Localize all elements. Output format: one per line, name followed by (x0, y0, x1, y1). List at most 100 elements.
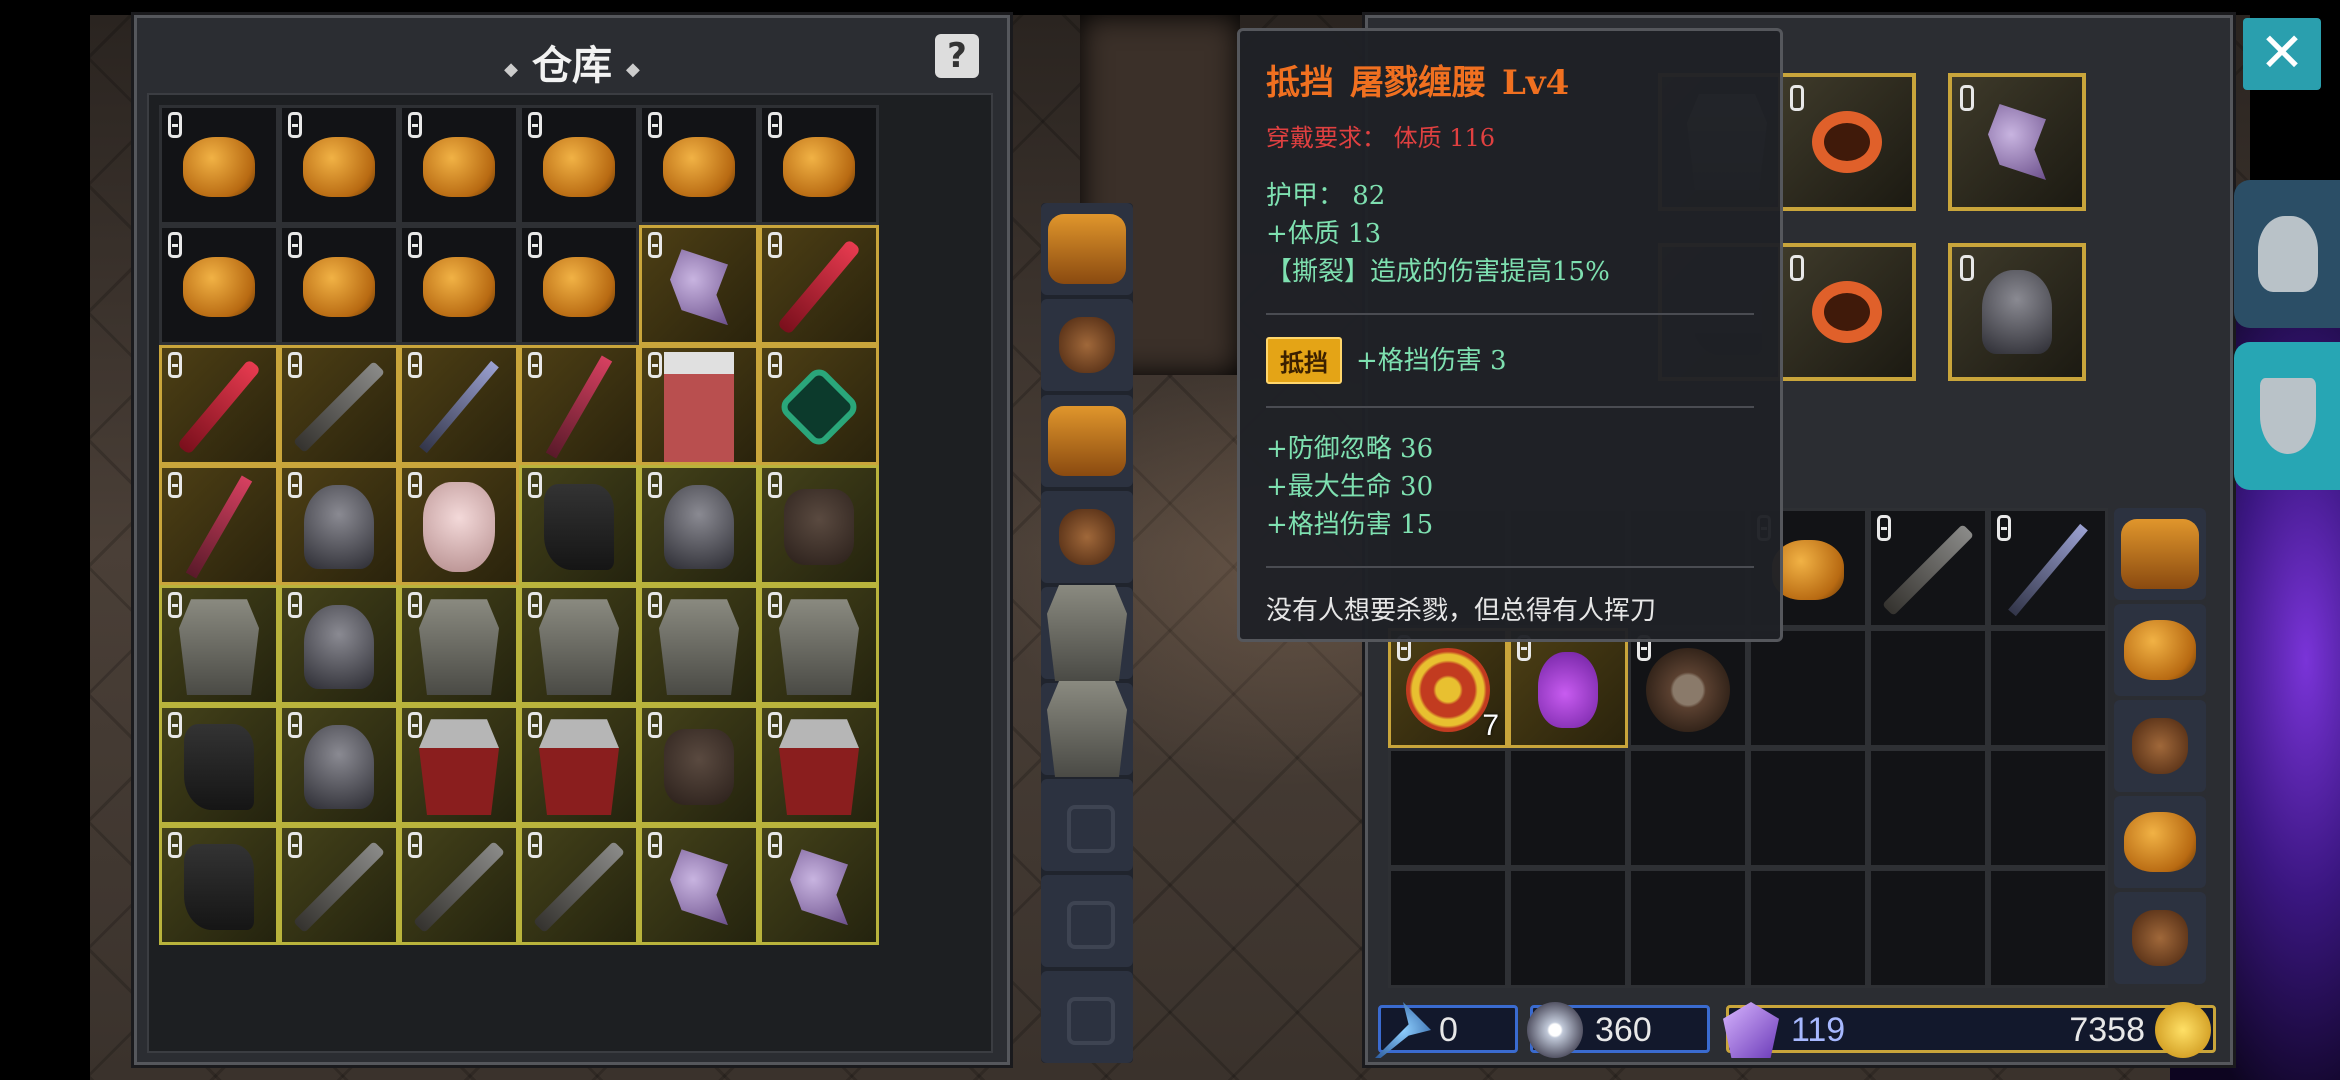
empty-slot[interactable] (1508, 868, 1628, 988)
bag-slot[interactable] (1041, 585, 1133, 681)
item-slot[interactable] (159, 585, 279, 705)
empty-slot[interactable] (1748, 868, 1868, 988)
tab-weapon[interactable] (2234, 342, 2340, 490)
robe-icon (664, 352, 734, 463)
item-slot[interactable] (399, 585, 519, 705)
close-button[interactable]: ✕ (2243, 18, 2321, 90)
item-slot[interactable] (519, 105, 639, 225)
empty-bag-slot[interactable] (1041, 779, 1133, 871)
empty-slot[interactable] (1748, 628, 1868, 748)
bag-slot[interactable] (1041, 203, 1133, 295)
item-slot[interactable] (159, 825, 279, 945)
item-slot[interactable] (159, 705, 279, 825)
item-slot[interactable] (279, 585, 399, 705)
item-slot[interactable] (399, 105, 519, 225)
inventory-bag-column (2114, 508, 2206, 988)
item-slot[interactable] (639, 585, 759, 705)
empty-slot[interactable] (1388, 868, 1508, 988)
item-slot[interactable] (279, 705, 399, 825)
empty-slot[interactable] (1388, 748, 1508, 868)
item-slot[interactable] (519, 705, 639, 825)
item-slot[interactable] (519, 225, 639, 345)
bag-slot[interactable] (1041, 681, 1133, 777)
empty-slot[interactable] (1868, 628, 1988, 748)
item-slot[interactable] (1508, 628, 1628, 748)
item-slot[interactable] (399, 705, 519, 825)
lock-icon (168, 352, 182, 378)
tab-armor[interactable] (2234, 180, 2340, 328)
axe-icon (670, 249, 728, 326)
help-button[interactable]: ? (935, 34, 979, 78)
item-slot[interactable] (519, 465, 639, 585)
item-slot[interactable] (519, 825, 639, 945)
item-slot[interactable] (759, 825, 879, 945)
bag-slot[interactable] (1041, 395, 1133, 487)
item-slot[interactable] (279, 105, 399, 225)
empty-bag-slot[interactable] (1041, 971, 1133, 1063)
pouch-icon (303, 257, 375, 318)
equipment-slot[interactable] (1948, 243, 2086, 381)
next-page-icon[interactable]: » (781, 1055, 823, 1080)
warehouse-title: ◆ 仓库 ◆ (504, 42, 640, 89)
empty-bag-slot[interactable] (1041, 875, 1133, 967)
item-slot[interactable] (1868, 508, 1988, 628)
empty-slot[interactable] (1988, 748, 2108, 868)
item-slot[interactable] (639, 105, 759, 225)
equipment-slot[interactable] (1948, 73, 2086, 211)
item-slot[interactable] (639, 705, 759, 825)
empty-slot[interactable] (1988, 868, 2108, 988)
empty-slot[interactable] (1628, 868, 1748, 988)
lock-icon (168, 112, 182, 138)
item-slot[interactable] (159, 105, 279, 225)
item-slot[interactable] (639, 345, 759, 465)
item-slot[interactable] (519, 585, 639, 705)
empty-slot[interactable] (1988, 628, 2108, 748)
wand-value: 0 (1439, 1011, 1458, 1049)
item-slot[interactable] (639, 225, 759, 345)
item-slot[interactable] (279, 825, 399, 945)
equipment-slot[interactable] (1778, 243, 1916, 381)
necklace-icon (776, 364, 862, 450)
item-slot[interactable] (759, 585, 879, 705)
empty-slot[interactable] (1748, 748, 1868, 868)
item-slot[interactable] (759, 345, 879, 465)
item-slot[interactable] (519, 345, 639, 465)
empty-slot[interactable] (1628, 748, 1748, 868)
item-slot[interactable] (639, 465, 759, 585)
item-slot[interactable] (399, 465, 519, 585)
item-slot[interactable] (1628, 628, 1748, 748)
bag-slot[interactable] (2114, 604, 2206, 696)
item-slot[interactable] (759, 465, 879, 585)
item-slot[interactable] (159, 225, 279, 345)
bag-slot[interactable] (1041, 299, 1133, 391)
empty-slot[interactable] (1868, 868, 1988, 988)
item-slot[interactable] (279, 225, 399, 345)
item-slot[interactable] (639, 825, 759, 945)
bag-slot[interactable] (2114, 700, 2206, 792)
pouch2-icon (2132, 910, 2188, 966)
lock-icon (288, 472, 302, 498)
lock-icon (768, 712, 782, 738)
item-slot[interactable] (279, 345, 399, 465)
bag-slot[interactable] (2114, 796, 2206, 888)
bag-slot[interactable] (2114, 892, 2206, 984)
item-slot[interactable] (759, 105, 879, 225)
item-slot[interactable] (759, 705, 879, 825)
pouch2-icon (2132, 718, 2188, 774)
bag-slot[interactable] (2114, 508, 2206, 600)
empty-slot[interactable] (1868, 748, 1988, 868)
item-slot[interactable] (399, 225, 519, 345)
pouch-icon (183, 137, 255, 198)
bag-slot[interactable] (1041, 491, 1133, 583)
item-slot[interactable] (399, 345, 519, 465)
item-slot[interactable] (279, 465, 399, 585)
item-slot[interactable] (159, 345, 279, 465)
item-slot[interactable]: 7 (1388, 628, 1508, 748)
item-slot[interactable] (1988, 508, 2108, 628)
boot-icon (544, 484, 614, 571)
item-slot[interactable] (759, 225, 879, 345)
equipment-slot[interactable] (1778, 73, 1916, 211)
empty-slot[interactable] (1508, 748, 1628, 868)
item-slot[interactable] (159, 465, 279, 585)
item-slot[interactable] (399, 825, 519, 945)
